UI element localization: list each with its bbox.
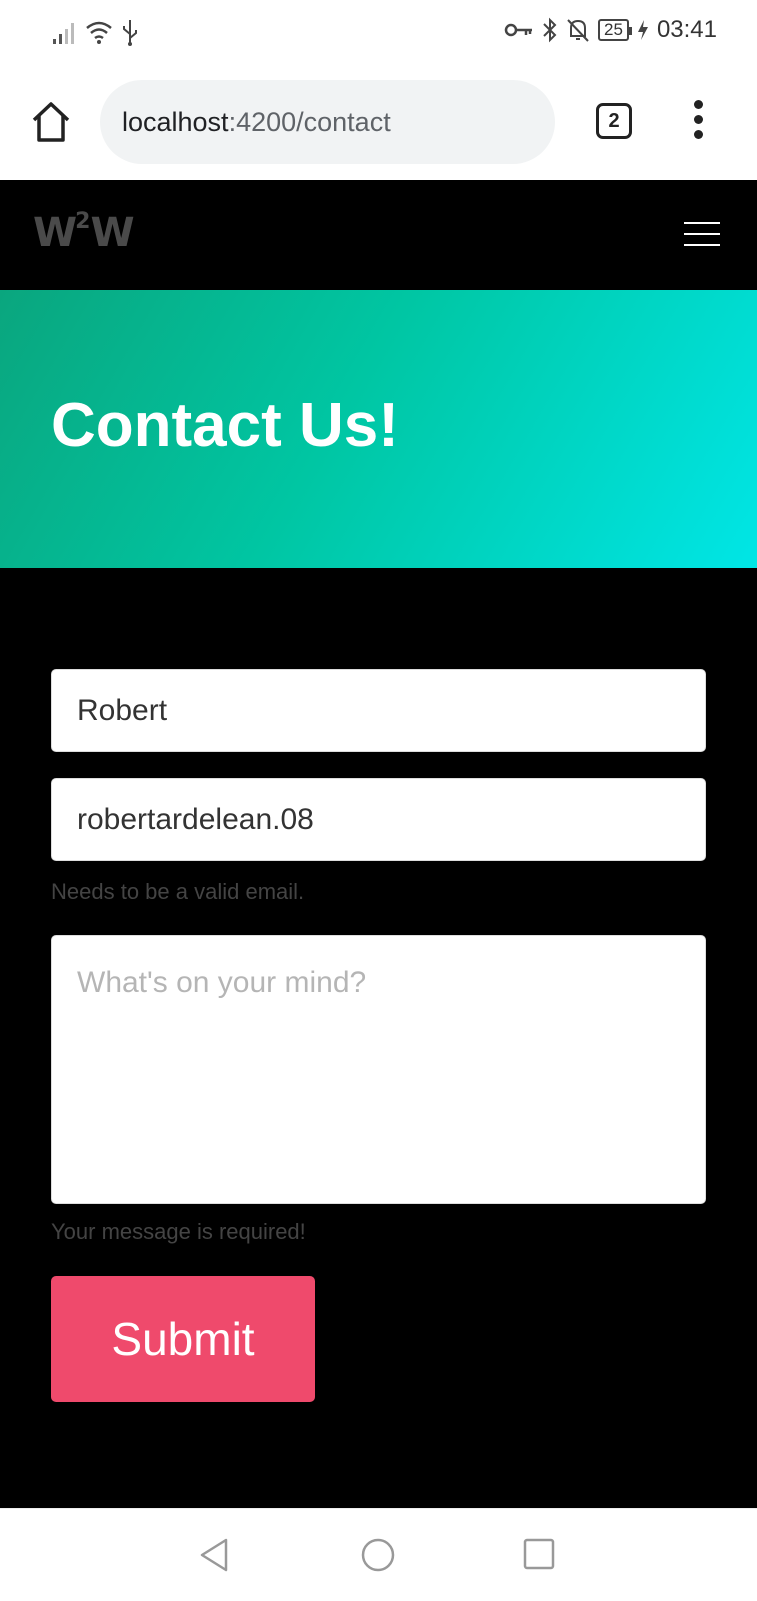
message-field[interactable]	[51, 935, 706, 1204]
page-title: Contact Us!	[51, 391, 399, 460]
url-host: localhost	[122, 106, 229, 137]
system-nav-bar	[0, 1508, 757, 1601]
status-left	[52, 18, 140, 46]
hero-banner: Contact Us!	[0, 290, 757, 568]
hamburger-icon[interactable]	[684, 222, 720, 250]
status-bar: 25 03:41	[0, 0, 757, 66]
submit-button[interactable]: Submit	[51, 1276, 315, 1402]
vpn-key-icon	[504, 23, 533, 37]
battery-icon: 25	[598, 19, 632, 41]
email-field[interactable]	[51, 778, 706, 861]
home-icon[interactable]	[30, 100, 72, 144]
recents-icon[interactable]	[522, 1537, 556, 1571]
browser-toolbar: localhost:4200/contact 2	[0, 66, 757, 180]
message-validation-hint: Your message is required!	[51, 1219, 306, 1244]
email-validation-hint: Needs to be a valid email.	[51, 879, 305, 904]
tab-switcher-button[interactable]: 2	[596, 103, 632, 139]
name-field[interactable]	[51, 669, 706, 752]
signal-icon	[53, 23, 74, 44]
clock: 03:41	[656, 16, 717, 43]
tab-count: 2	[608, 109, 620, 132]
status-right: 25 03:41	[504, 16, 717, 44]
mute-bell-icon	[567, 19, 589, 42]
home-circle-icon[interactable]	[360, 1537, 396, 1573]
wifi-icon	[86, 21, 112, 44]
more-vert-icon[interactable]	[690, 100, 706, 144]
address-bar[interactable]: localhost:4200/contact	[100, 80, 555, 164]
bluetooth-icon	[543, 17, 557, 43]
site-navbar: W2W	[0, 180, 757, 290]
usb-icon	[123, 20, 137, 46]
back-icon[interactable]	[198, 1537, 230, 1573]
url-path: :4200/contact	[228, 106, 391, 137]
site-logo[interactable]: W2W	[33, 209, 135, 256]
contact-form: Needs to be a valid email. Your message …	[0, 568, 757, 1508]
charging-icon	[637, 20, 648, 40]
